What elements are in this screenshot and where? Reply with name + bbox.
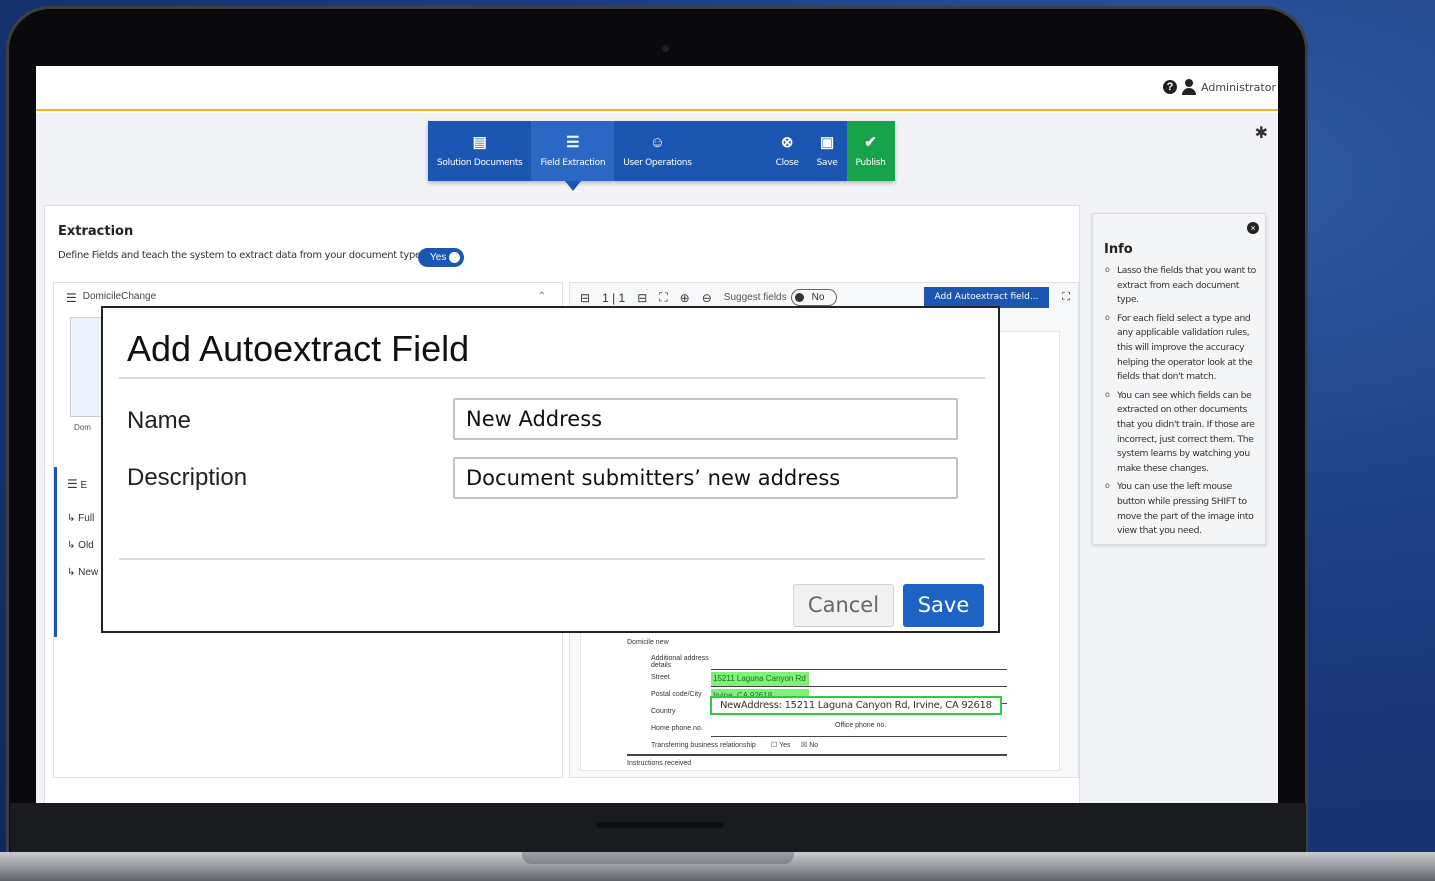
dialog-divider xyxy=(119,377,985,379)
fields-card-label: E xyxy=(80,480,88,491)
top-bar: ? Administrator xyxy=(36,66,1278,111)
info-item: You can see which fields can be extracte… xyxy=(1105,388,1259,477)
thumbnail-label: Dom xyxy=(74,423,91,432)
suggest-fields-label: Suggest fields xyxy=(723,292,787,303)
check-badge-icon: ✔ xyxy=(864,133,877,151)
add-autoextract-field-button[interactable]: Add Autoextract field... xyxy=(924,287,1049,308)
doc-line xyxy=(627,754,1007,756)
doc-section: Domicile new xyxy=(627,639,669,646)
list-icon: ☰ xyxy=(66,291,77,305)
field-item[interactable]: ↳ Old xyxy=(67,540,94,551)
doc-no-checkbox: ☒ No xyxy=(801,742,819,749)
document-thumbnail[interactable] xyxy=(70,317,104,417)
extraction-tooltip: NewAddress: 15211 Laguna Canyon Rd, Irvi… xyxy=(710,696,1002,715)
doc-yes-label: Yes xyxy=(779,742,791,749)
save-button[interactable]: Save xyxy=(903,584,984,627)
suggest-fields-toggle[interactable]: No xyxy=(790,289,837,306)
field-item[interactable]: ↳ New xyxy=(67,567,98,578)
laptop-bezel xyxy=(10,803,1306,853)
user-name[interactable]: Administrator xyxy=(1201,81,1276,94)
page-forward-icon[interactable]: ⊟ xyxy=(637,291,647,305)
chevron-up-icon[interactable]: ⌃ xyxy=(538,291,546,302)
extraction-toggle[interactable]: Yes xyxy=(418,248,464,267)
fullscreen-icon[interactable]: ⛶ xyxy=(1062,291,1070,304)
suggest-fields: Suggest fields No xyxy=(724,289,837,306)
description-field[interactable]: Document submitters’ new address xyxy=(453,457,958,499)
doc-line xyxy=(711,669,1007,670)
close-label: Close xyxy=(775,157,799,168)
floppy-icon: ▣ xyxy=(819,133,835,151)
help-icon[interactable]: ? xyxy=(1163,80,1177,94)
zoom-in-icon[interactable]: ⊕ xyxy=(680,291,690,305)
extraction-subtitle: Define Fields and teach the system to ex… xyxy=(58,250,426,261)
close-button[interactable]: ⊗ Close xyxy=(766,121,808,181)
field-label: Full xyxy=(78,513,95,524)
dialog-title: Add Autoextract Field xyxy=(127,328,470,369)
extraction-title: Extraction xyxy=(58,224,134,239)
users-icon: ☺ xyxy=(649,133,666,151)
doc-row-label: Street xyxy=(651,674,670,681)
main-toolbar: ▤ Solution Documents ☰ Field Extraction … xyxy=(428,121,895,191)
viewer-toolbar: ⊟ 1 | 1 ⊟ ⛶ ⊕ ⊖ Suggest fields No xyxy=(580,289,837,306)
dialog-divider xyxy=(119,558,985,560)
save-toolbar-button[interactable]: ▣ Save xyxy=(807,121,847,181)
publish-label: Publish xyxy=(855,157,886,168)
info-list: Lasso the fields that you want to extrac… xyxy=(1105,263,1259,543)
user-operations-button[interactable]: ☺ User Operations xyxy=(614,121,701,181)
cancel-button[interactable]: Cancel xyxy=(793,584,894,627)
fields-card-header[interactable]: ☰ E xyxy=(67,477,87,491)
user-area: ? Administrator xyxy=(1163,79,1276,95)
doc-line xyxy=(711,736,1007,737)
document-card-header[interactable]: ☰ DomicileChange xyxy=(66,291,156,305)
field-label: Old xyxy=(78,540,94,551)
doc-row-label: Additional address details xyxy=(651,655,709,669)
fit-page-icon[interactable]: ⛶ xyxy=(659,290,667,305)
info-item: You can use the left mouse button while … xyxy=(1105,479,1259,538)
doc-row-label: Home phone no. xyxy=(651,725,703,732)
doc-no-label: No xyxy=(809,742,819,749)
description-label: Description xyxy=(127,464,248,491)
laptop-hinge xyxy=(596,822,724,828)
field-label: New xyxy=(78,567,99,578)
doc-yes-checkbox: ☐ Yes xyxy=(771,742,791,749)
field-extraction-label: Field Extraction xyxy=(540,157,606,168)
save-toolbar-label: Save xyxy=(816,157,838,168)
doc-row-label: Transferring business relationship xyxy=(651,742,756,749)
doc-line xyxy=(711,686,1007,687)
close-icon: ⊗ xyxy=(780,133,794,151)
close-icon[interactable]: × xyxy=(1247,222,1259,234)
doc-row-label: Country xyxy=(651,708,676,715)
user-icon[interactable] xyxy=(1181,79,1197,95)
document-name: DomicileChange xyxy=(82,291,157,302)
name-field[interactable]: New Address xyxy=(453,398,958,440)
info-item: Lasso the fields that you want to extrac… xyxy=(1105,263,1259,308)
list-icon: ☰ xyxy=(67,477,78,491)
field-item[interactable]: ↳ Full xyxy=(67,513,94,524)
highlight-street[interactable]: 15211 Laguna Canyon Rd xyxy=(711,672,809,686)
user-operations-label: User Operations xyxy=(623,157,692,168)
info-item: For each field select a type and any app… xyxy=(1105,311,1259,385)
name-label: Name xyxy=(127,407,192,434)
solution-documents-button[interactable]: ▤ Solution Documents xyxy=(428,121,532,181)
fields-icon: ☰ xyxy=(566,133,580,151)
publish-button[interactable]: ✔ Publish xyxy=(846,121,895,181)
doc-instructions: Instructions received xyxy=(627,760,692,767)
toolbar-spacer xyxy=(700,121,767,181)
info-title: Info xyxy=(1104,242,1133,257)
camera-icon xyxy=(662,45,669,52)
doc-row-label: Postal code/City xyxy=(651,691,702,698)
gear-icon[interactable]: ✱ xyxy=(1255,123,1268,143)
info-panel: × Info Lasso the fields that you want to… xyxy=(1092,213,1266,545)
zoom-out-icon[interactable]: ⊖ xyxy=(702,291,712,305)
page-counter: 1 | 1 xyxy=(602,290,626,305)
add-autoextract-field-dialog: Add Autoextract Field Name New Address D… xyxy=(101,306,1000,633)
page-back-icon[interactable]: ⊟ xyxy=(580,291,590,305)
solution-documents-label: Solution Documents xyxy=(437,157,523,168)
document-icon: ▤ xyxy=(472,133,487,151)
doc-office-phone: Office phone no. xyxy=(835,722,887,729)
field-extraction-button[interactable]: ☰ Field Extraction xyxy=(531,121,615,191)
laptop-base-notch xyxy=(522,852,794,864)
